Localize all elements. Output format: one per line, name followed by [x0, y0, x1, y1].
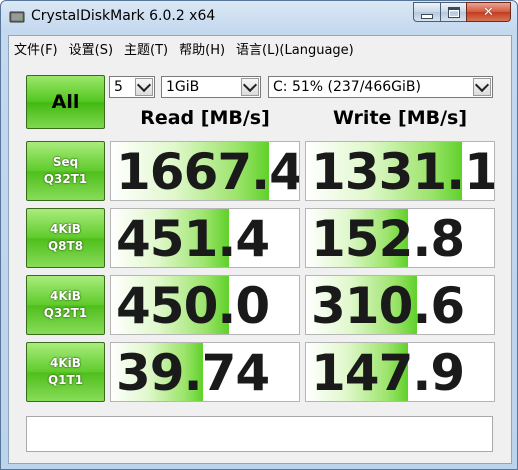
read-result-cell: 1667.4: [110, 141, 300, 201]
write-result-cell: 152.8: [305, 208, 495, 268]
read-speed-value: 39.74: [116, 344, 270, 402]
read-header: Read [MB/s]: [140, 107, 270, 129]
chevron-down-icon[interactable]: [241, 77, 259, 96]
test-button-2[interactable]: 4KiB Q32T1: [26, 275, 105, 335]
test-label-line1: 4KiB: [50, 289, 81, 303]
write-result-cell: 147.9: [305, 342, 495, 402]
drive-value: C: 51% (237/466GiB): [273, 79, 421, 95]
write-speed-value: 147.9: [311, 344, 465, 402]
test-size-select[interactable]: 1GiB: [161, 76, 261, 98]
run-all-button[interactable]: All: [26, 75, 105, 129]
read-result-cell: 451.4: [110, 208, 300, 268]
test-count-select[interactable]: 5: [109, 76, 155, 98]
test-label-line1: 4KiB: [50, 222, 81, 236]
write-header: Write [MB/s]: [332, 107, 468, 129]
maximize-button[interactable]: [440, 2, 466, 22]
write-result-cell: 1331.1: [305, 141, 495, 201]
test-label-line2: Q32T1: [43, 306, 88, 320]
chevron-down-icon[interactable]: [473, 77, 491, 96]
test-label-line2: Q1T1: [47, 373, 84, 387]
maximize-icon: [447, 6, 460, 18]
write-speed-value: 1331.1: [311, 143, 495, 201]
window-title: CrystalDiskMark 6.0.2 x64: [31, 8, 216, 24]
chevron-down-icon[interactable]: [135, 77, 153, 96]
test-size-value: 1GiB: [166, 79, 200, 95]
main-panel: 文件(F) 设置(S) 主题(T) 帮助(H) 语言(L)(Language) …: [8, 35, 512, 464]
test-label-line1: Seq: [52, 155, 79, 169]
test-label-line2: Q8T8: [47, 239, 84, 253]
menu-file[interactable]: 文件(F): [9, 39, 64, 58]
read-result-cell: 39.74: [110, 342, 300, 402]
read-speed-value: 1667.4: [116, 143, 300, 201]
menu-settings[interactable]: 设置(S): [64, 39, 119, 58]
test-label-line2: Q32T1: [43, 172, 88, 186]
close-button[interactable]: ✕: [466, 2, 511, 22]
app-window: CrystalDiskMark 6.0.2 x64 ✕ 文件(F) 设置(S) …: [0, 0, 518, 470]
minimize-button[interactable]: [413, 2, 440, 22]
read-speed-value: 450.0: [116, 277, 270, 335]
title-bar[interactable]: CrystalDiskMark 6.0.2 x64 ✕: [1, 1, 517, 35]
menu-bar: 文件(F) 设置(S) 主题(T) 帮助(H) 语言(L)(Language): [9, 36, 511, 61]
test-button-0[interactable]: Seq Q32T1: [26, 141, 105, 201]
menu-help[interactable]: 帮助(H): [174, 39, 231, 58]
write-result-cell: 310.6: [305, 275, 495, 335]
write-speed-value: 152.8: [311, 210, 465, 268]
comment-field[interactable]: [26, 416, 493, 452]
write-speed-value: 310.6: [311, 277, 465, 335]
disk-app-icon: [9, 11, 25, 23]
drive-select[interactable]: C: 51% (237/466GiB): [268, 76, 493, 98]
test-count-value: 5: [114, 79, 123, 95]
close-icon: ✕: [483, 4, 494, 20]
menu-language[interactable]: 语言(L)(Language): [231, 39, 360, 58]
read-result-cell: 450.0: [110, 275, 300, 335]
test-label-line1: 4KiB: [50, 356, 81, 370]
test-button-1[interactable]: 4KiB Q8T8: [26, 208, 105, 268]
read-speed-value: 451.4: [116, 210, 270, 268]
menu-theme[interactable]: 主题(T): [119, 39, 174, 58]
minimize-icon: [421, 13, 433, 19]
window-controls: ✕: [413, 2, 511, 22]
test-button-3[interactable]: 4KiB Q1T1: [26, 342, 105, 402]
